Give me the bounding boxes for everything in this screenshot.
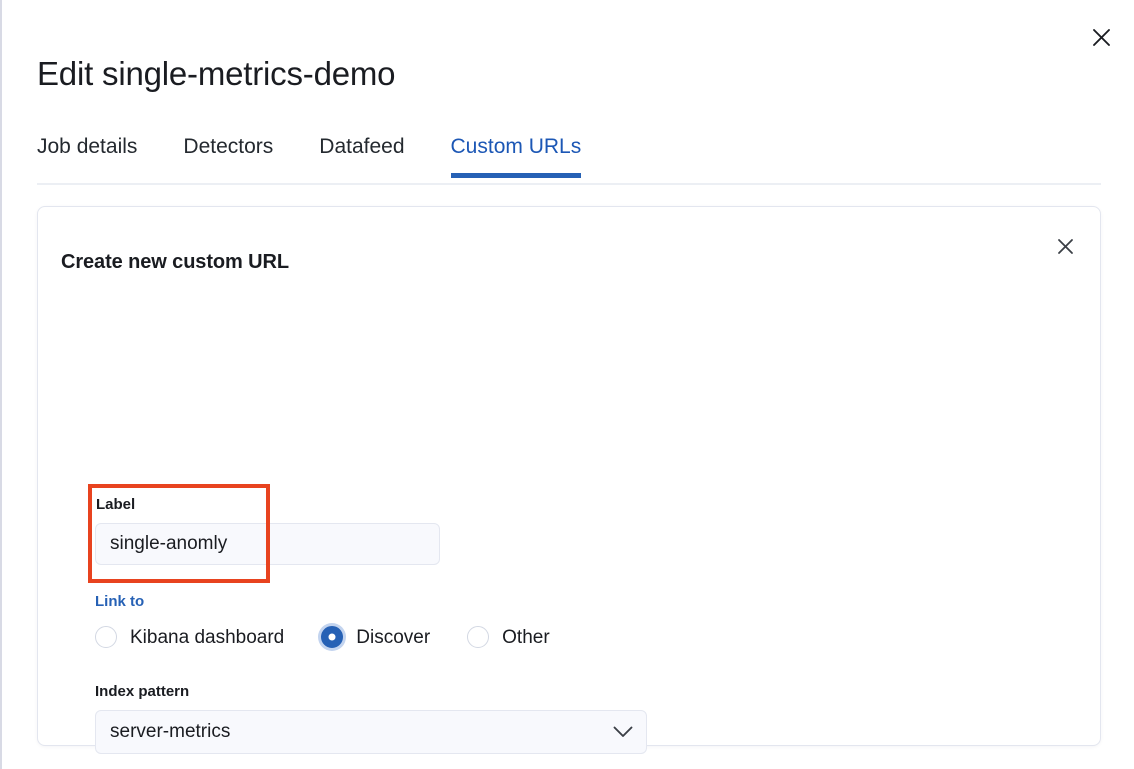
link-to-label: Link to: [95, 593, 145, 610]
radio-other[interactable]: Other: [467, 626, 550, 648]
radio-kibana-dashboard[interactable]: Kibana dashboard: [95, 626, 284, 648]
tab-detectors[interactable]: Detectors: [183, 128, 273, 176]
tab-job-details[interactable]: Job details: [37, 128, 137, 176]
radio-discover[interactable]: Discover: [321, 626, 430, 648]
radio-label: Kibana dashboard: [130, 626, 285, 648]
close-icon[interactable]: [1086, 22, 1116, 52]
index-pattern-value: server-metrics: [110, 721, 231, 742]
page-title: Edit single-metrics-demo: [37, 55, 396, 93]
edit-job-flyout: Edit single-metrics-demo Job details Det…: [0, 0, 1134, 769]
create-custom-url-panel: Create new custom URL Label Link to Kiba…: [37, 206, 1101, 754]
index-pattern-label: Index pattern: [95, 683, 190, 700]
label-field-label: Label: [96, 496, 136, 513]
tab-custom-urls[interactable]: Custom URLs: [450, 128, 581, 178]
tab-datafeed[interactable]: Datafeed: [319, 128, 404, 176]
link-to-radio-group: Kibana dashboard Discover Other: [95, 626, 550, 648]
radio-label: Other: [502, 626, 550, 648]
radio-icon: [467, 626, 490, 648]
label-input-wrapper: [95, 523, 440, 565]
radio-label: Discover: [356, 626, 431, 648]
panel-close-icon[interactable]: [1050, 231, 1080, 261]
label-input[interactable]: [95, 523, 440, 565]
index-pattern-select-wrapper: server-metrics: [95, 710, 647, 754]
close-icon-glyph: [1092, 28, 1110, 46]
index-pattern-select[interactable]: server-metrics: [95, 710, 647, 754]
radio-selected-icon: [321, 626, 344, 648]
panel-title: Create new custom URL: [61, 250, 289, 273]
radio-icon: [95, 626, 117, 648]
close-icon-glyph: [1057, 238, 1073, 254]
tab-bar: Job details Detectors Datafeed Custom UR…: [37, 128, 1101, 185]
